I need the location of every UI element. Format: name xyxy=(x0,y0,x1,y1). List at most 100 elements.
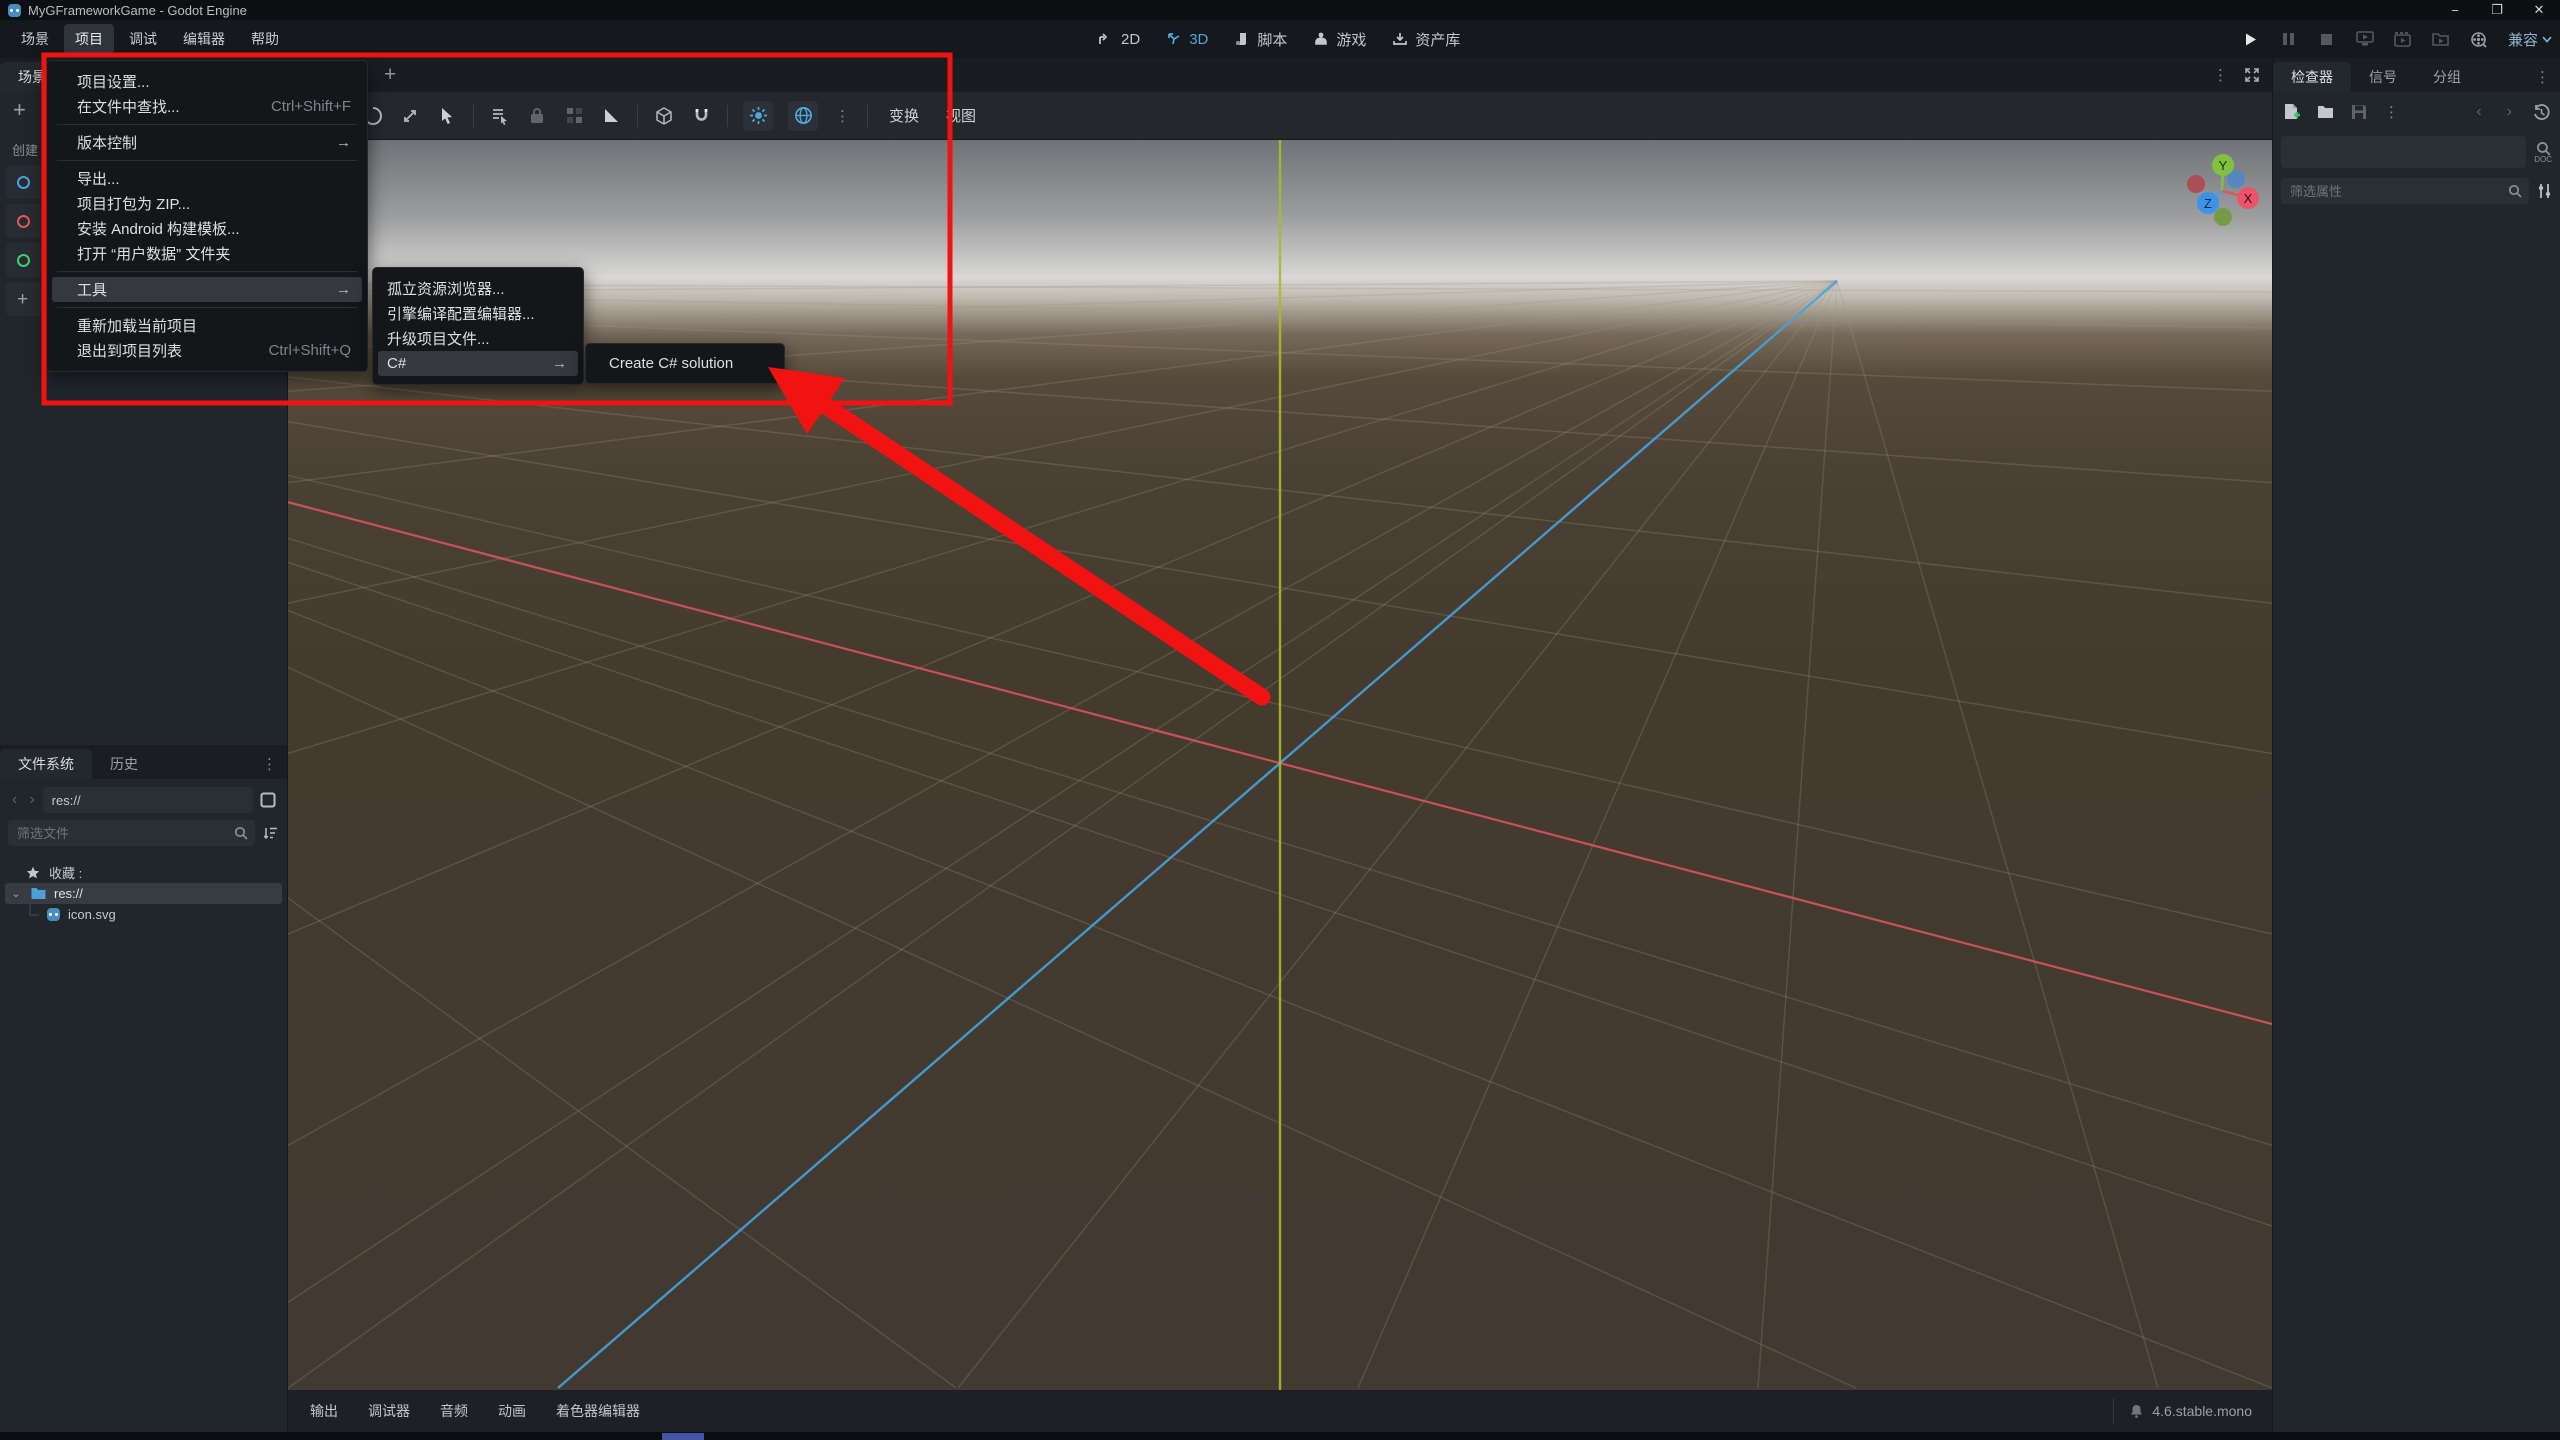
scale-tool-icon[interactable] xyxy=(399,105,421,127)
new-resource-icon[interactable] xyxy=(2283,103,2300,121)
view-gizmo[interactable]: Y X Z xyxy=(2187,154,2259,226)
dock-options-icon[interactable]: ⋮ xyxy=(2525,68,2560,86)
expand-viewport-icon[interactable] xyxy=(2244,67,2260,83)
inspector-dock: 检查器 信号 分组 ⋮ ⋮ ‹ › DOC xyxy=(2272,58,2560,1432)
list-select-icon[interactable] xyxy=(489,105,511,127)
version-button[interactable]: 4.6.stable.mono xyxy=(2113,1398,2268,1424)
menu-item-install-android[interactable]: 安装 Android 构建模板... xyxy=(47,216,367,241)
workspace-3d[interactable]: 3D xyxy=(1166,31,1208,48)
preview-environment-toggle[interactable] xyxy=(788,100,818,131)
lock-icon[interactable] xyxy=(526,105,548,127)
save-resource-icon[interactable] xyxy=(2351,104,2367,120)
scene-tabs-menu-icon[interactable]: ⋮ xyxy=(2211,66,2230,84)
submenu-arrow-icon: → xyxy=(552,355,567,372)
view-menu[interactable]: 视图 xyxy=(940,105,982,126)
assetlib-icon xyxy=(1393,33,1408,45)
stop-button[interactable] xyxy=(2318,30,2336,48)
play-scene-button[interactable] xyxy=(2394,30,2412,48)
tab-filesystem[interactable]: 文件系统 xyxy=(0,749,92,779)
restore-button[interactable]: ❐ xyxy=(2476,0,2518,20)
filesystem-nav: ‹ › res:// xyxy=(8,787,279,813)
minimize-button[interactable]: − xyxy=(2434,0,2476,20)
taskbar-strip xyxy=(0,1432,2560,1440)
ruler-icon[interactable] xyxy=(600,105,622,127)
nav-forward-icon[interactable]: › xyxy=(25,791,38,809)
menu-item-reload-project[interactable]: 重新加载当前项目 xyxy=(47,313,367,338)
menu-item-open-user-data[interactable]: 打开 “用户数据” 文件夹 xyxy=(47,241,367,266)
add-node-icon[interactable]: + xyxy=(13,99,26,121)
renderer-selector[interactable]: 兼容 xyxy=(2508,29,2552,50)
close-button[interactable]: ✕ xyxy=(2518,0,2560,20)
menu-item-create-csharp-solution[interactable]: Create C# solution xyxy=(586,351,784,376)
sun-env-options-icon[interactable]: ⋮ xyxy=(833,107,852,125)
play-button[interactable] xyxy=(2242,30,2260,48)
search-docs-icon[interactable]: DOC xyxy=(2534,141,2552,164)
history-back-icon[interactable]: ‹ xyxy=(2472,103,2485,121)
menu-project[interactable]: 项目 xyxy=(64,24,114,54)
workspace-assetlib[interactable]: 资产库 xyxy=(1392,29,1460,50)
tab-inspector[interactable]: 检查器 xyxy=(2273,62,2351,92)
history-forward-icon[interactable]: › xyxy=(2503,103,2516,121)
filter-files-input[interactable] xyxy=(8,820,255,846)
edited-object-name-box[interactable] xyxy=(2281,136,2527,168)
3d-viewport[interactable]: Y X Z xyxy=(288,140,2272,1390)
tab-signals[interactable]: 信号 xyxy=(2351,62,2415,92)
tab-groups[interactable]: 分组 xyxy=(2415,62,2479,92)
movie-maker-button[interactable] xyxy=(2470,30,2488,48)
resource-options-icon[interactable]: ⋮ xyxy=(2384,103,2399,121)
shader-editor-panel-button[interactable]: 着色器编辑器 xyxy=(544,1396,652,1426)
top-bar: 场景 项目 调试 编辑器 帮助 2D 3D 脚本 游戏 资产库 兼容 xyxy=(0,20,2560,58)
collapse-caret-icon[interactable]: ⌄ xyxy=(9,887,23,900)
menu-item-project-settings[interactable]: 项目设置... xyxy=(47,69,367,94)
menu-scene[interactable]: 场景 xyxy=(10,24,60,54)
axis-z-line xyxy=(557,280,1838,1389)
workspace-script[interactable]: 脚本 xyxy=(1234,29,1287,50)
select-tool-icon[interactable] xyxy=(436,105,458,127)
menu-item-upgrade-project[interactable]: 升级项目文件... xyxy=(373,326,583,351)
remote-debug-button[interactable] xyxy=(2356,30,2374,48)
menu-item-engine-compile-config[interactable]: 引擎编译配置编辑器... xyxy=(373,301,583,326)
local-space-icon[interactable] xyxy=(653,105,675,127)
transform-menu[interactable]: 变换 xyxy=(883,105,925,126)
filesystem-dock: 文件系统 历史 ⋮ ‹ › res:// 收藏 : xyxy=(0,745,288,1432)
plus-icon: + xyxy=(17,288,29,310)
menu-item-pack-zip[interactable]: 项目打包为 ZIP... xyxy=(47,191,367,216)
edited-object-row: DOC xyxy=(2281,136,2552,168)
menu-item-find-in-files[interactable]: 在文件中查找... Ctrl+Shift+F xyxy=(47,94,367,119)
menu-item-tools[interactable]: 工具 → xyxy=(52,277,362,302)
workspace-game[interactable]: 游戏 xyxy=(1313,29,1366,50)
nav-back-icon[interactable]: ‹ xyxy=(8,791,21,809)
menu-item-orphan-explorer[interactable]: 孤立资源浏览器... xyxy=(373,276,583,301)
menu-item-version-control[interactable]: 版本控制 → xyxy=(47,130,367,155)
menu-item-csharp[interactable]: C# → xyxy=(378,351,578,376)
history-icon[interactable] xyxy=(2533,103,2550,121)
bottom-panel-bar: 输出 调试器 音频 动画 着色器编辑器 4.6.stable.mono xyxy=(288,1390,2272,1432)
menu-help[interactable]: 帮助 xyxy=(240,24,290,54)
property-tools-icon[interactable] xyxy=(2537,183,2552,199)
new-scene-tab-button[interactable]: + xyxy=(384,63,396,87)
menu-editor[interactable]: 编辑器 xyxy=(172,24,236,54)
play-custom-scene-button[interactable] xyxy=(2432,30,2450,48)
dock-options-icon[interactable]: ⋮ xyxy=(252,755,287,773)
group-icon[interactable] xyxy=(563,105,585,127)
animation-panel-button[interactable]: 动画 xyxy=(486,1396,538,1426)
menu-item-quit-to-list[interactable]: 退出到项目列表 Ctrl+Shift+Q xyxy=(47,338,367,363)
tree-row-file[interactable]: icon.svg xyxy=(0,904,287,925)
tab-history[interactable]: 历史 xyxy=(92,749,156,779)
godot-logo-icon xyxy=(8,3,21,17)
pause-button[interactable] xyxy=(2280,30,2298,48)
menu-item-export[interactable]: 导出... xyxy=(47,166,367,191)
output-panel-button[interactable]: 输出 xyxy=(298,1396,350,1426)
sort-files-icon[interactable] xyxy=(263,826,279,840)
snap-magnet-icon[interactable] xyxy=(690,105,712,127)
tree-row-root[interactable]: ⌄ res:// xyxy=(5,883,282,904)
menu-debug[interactable]: 调试 xyxy=(118,24,168,54)
toggle-split-mode-icon[interactable] xyxy=(257,789,279,811)
filter-properties-input[interactable] xyxy=(2281,178,2529,204)
load-resource-icon[interactable] xyxy=(2317,105,2334,119)
workspace-2d[interactable]: 2D xyxy=(1098,31,1140,48)
path-field[interactable]: res:// xyxy=(42,787,253,813)
debugger-panel-button[interactable]: 调试器 xyxy=(356,1396,422,1426)
audio-panel-button[interactable]: 音频 xyxy=(428,1396,480,1426)
preview-sun-toggle[interactable] xyxy=(743,100,773,131)
